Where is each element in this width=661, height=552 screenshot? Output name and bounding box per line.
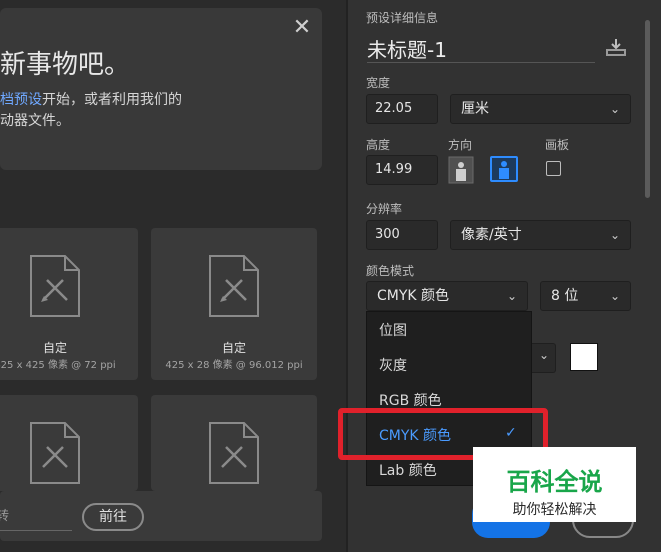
artboard-checkbox[interactable]: [546, 161, 561, 176]
bit-depth-select[interactable]: 8 位 ⌄: [540, 281, 631, 311]
resolution-unit-value: 像素/英寸: [461, 227, 522, 243]
background-color-swatch[interactable]: [570, 343, 598, 371]
menu-item-lab[interactable]: Lab 颜色: [379, 460, 437, 480]
chevron-down-icon: ⌄: [609, 102, 620, 116]
document-icon: [209, 422, 259, 484]
banner-headline: 新事物吧。: [0, 50, 131, 80]
color-mode-label: 颜色模式: [366, 264, 415, 278]
background-contents-select[interactable]: ⌄: [528, 343, 556, 373]
preset-details-label: 预设详细信息: [366, 11, 439, 25]
document-name-underline: [367, 62, 595, 63]
menu-item-bitmap[interactable]: 位图: [379, 320, 407, 340]
portrait-orientation-icon[interactable]: [448, 156, 474, 184]
menu-item-grayscale[interactable]: 灰度: [379, 355, 407, 375]
unit-select-value: 厘米: [461, 101, 489, 117]
banner-description: 档预设开始，或者利用我们的: [0, 89, 182, 109]
go-button[interactable]: 前往: [82, 503, 144, 531]
document-presets-link[interactable]: 档预设: [0, 92, 42, 108]
close-icon[interactable]: ✕: [290, 16, 314, 40]
document-icon: [30, 255, 80, 317]
menu-item-rgb[interactable]: RGB 颜色: [379, 390, 442, 410]
save-preset-icon[interactable]: [604, 38, 628, 58]
bit-depth-value: 8 位: [551, 288, 579, 304]
orientation-label: 方向: [448, 138, 473, 152]
landscape-orientation-icon[interactable]: [490, 156, 518, 182]
preset-card-title: 自定: [221, 341, 246, 355]
document-icon: [30, 422, 80, 484]
document-icon: [209, 255, 259, 317]
chevron-down-icon: ⌄: [506, 289, 517, 303]
unit-select[interactable]: 厘米 ⌄: [450, 94, 631, 124]
resolution-label: 分辨率: [366, 202, 403, 216]
resolution-input[interactable]: 300: [366, 220, 438, 250]
resolution-unit-select[interactable]: 像素/英寸 ⌄: [450, 220, 631, 250]
color-mode-select[interactable]: CMYK 颜色 ⌄: [366, 281, 528, 311]
preset-card[interactable]: [151, 395, 317, 491]
watermark-subtitle: 助你轻松解决: [512, 502, 597, 518]
chevron-down-icon: ⌄: [609, 228, 620, 242]
preset-card[interactable]: 自定 425 x 28 像素 @ 96.012 ppi: [151, 228, 317, 380]
preset-card-size: 425 x 28 像素 @ 96.012 ppi: [165, 360, 303, 371]
height-input[interactable]: 14.99: [366, 155, 438, 185]
chevron-down-icon: ⌄: [538, 348, 549, 362]
artboard-label: 画板: [545, 138, 570, 152]
template-search-input[interactable]: 转: [0, 504, 72, 531]
chevron-down-icon: ⌄: [609, 289, 620, 303]
preset-card-title: 自定: [42, 341, 67, 355]
document-name-field[interactable]: 未标题-1: [367, 34, 447, 63]
height-label: 高度: [366, 138, 391, 152]
banner-description-text: 开始，或者利用我们的: [42, 92, 182, 108]
width-label: 宽度: [366, 76, 391, 90]
preset-card[interactable]: [0, 395, 138, 491]
preset-card[interactable]: 自定 425 x 425 像素 @ 72 ppi: [0, 228, 138, 380]
watermark-title: 百科全说: [506, 468, 603, 496]
banner-description-line2: 动器文件。: [0, 113, 70, 129]
panel-scrollbar[interactable]: [645, 20, 650, 198]
preset-card-size: 425 x 425 像素 @ 72 ppi: [0, 360, 116, 371]
color-mode-value: CMYK 颜色: [377, 288, 450, 304]
width-input[interactable]: 22.05: [366, 94, 438, 124]
